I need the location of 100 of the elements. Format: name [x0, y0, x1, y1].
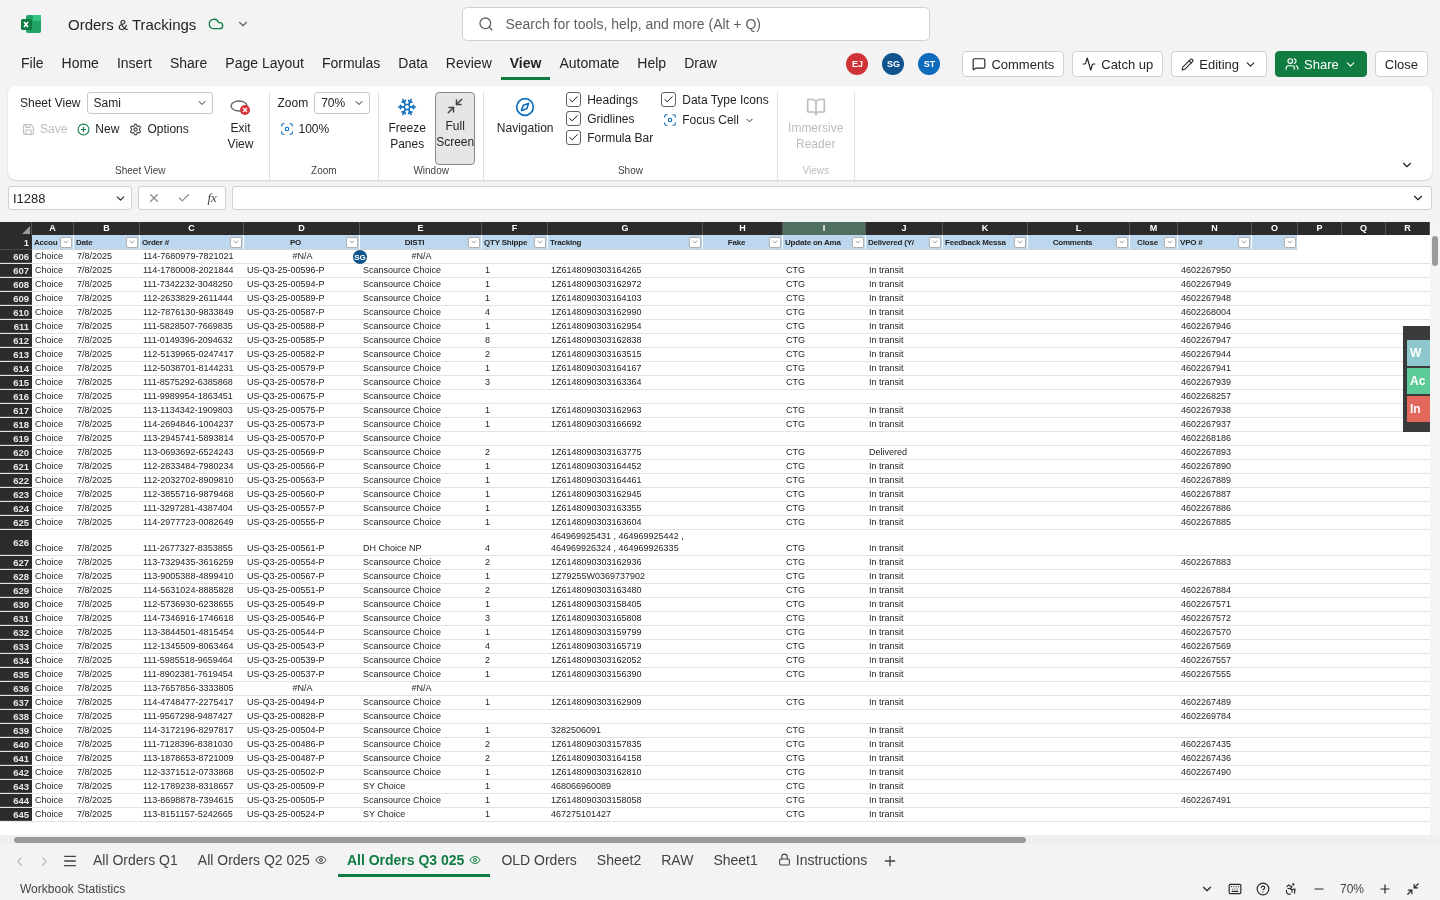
row-number[interactable]: 635	[0, 668, 32, 681]
checkbox[interactable]	[566, 111, 582, 126]
filter-button[interactable]	[346, 236, 358, 248]
exit-view-button[interactable]: Exit View	[220, 92, 261, 165]
menu-tab[interactable]: Share	[160, 48, 217, 80]
row-number[interactable]: 616	[0, 390, 32, 403]
filter-button[interactable]	[1014, 236, 1026, 248]
checkbox-label[interactable]: Data Type Icons	[682, 92, 769, 107]
row-number[interactable]: 629	[0, 584, 32, 597]
column-header[interactable]: E	[360, 222, 482, 235]
row-number[interactable]: 606	[0, 250, 32, 263]
sheet-tab[interactable]: Sheet2	[587, 845, 651, 877]
freeze-panes-button[interactable]: Freeze Panes	[387, 92, 428, 165]
row-number[interactable]: 628	[0, 570, 32, 583]
sheet-view-dropdown[interactable]: Sami	[86, 92, 213, 114]
row-number[interactable]: 626	[0, 530, 32, 555]
filter-button[interactable]	[929, 236, 941, 248]
row-number[interactable]: 618	[0, 418, 32, 431]
filter-button[interactable]	[1116, 236, 1128, 248]
select-all-corner[interactable]	[0, 222, 32, 235]
accessibility-icon[interactable]	[1283, 881, 1298, 896]
status-text[interactable]: Workbook Statistics	[20, 881, 126, 896]
filter-button[interactable]	[769, 236, 781, 248]
filter-button[interactable]	[1238, 236, 1250, 248]
check-icon[interactable]	[177, 191, 192, 205]
filter-button[interactable]	[60, 236, 72, 248]
filter-button[interactable]	[230, 236, 242, 248]
checkbox[interactable]	[566, 92, 582, 107]
column-header[interactable]: F	[482, 222, 548, 235]
row-number[interactable]: 637	[0, 696, 32, 709]
column-header[interactable]: H	[703, 222, 783, 235]
help-icon[interactable]	[1255, 881, 1270, 896]
sheet-tab[interactable]: Instructions	[768, 845, 877, 877]
filter-button[interactable]	[1164, 236, 1176, 248]
column-header[interactable]: M	[1130, 222, 1178, 235]
options-button[interactable]: Options	[127, 120, 191, 138]
filter-button[interactable]	[126, 236, 138, 248]
user-avatar[interactable]: ST	[918, 53, 941, 75]
column-header[interactable]: K	[943, 222, 1028, 235]
row-number[interactable]: 641	[0, 752, 32, 765]
sheet-tab[interactable]: Sheet1	[704, 845, 767, 877]
filter-button[interactable]	[534, 236, 546, 248]
column-header[interactable]: N	[1178, 222, 1252, 235]
column-header[interactable]: A	[32, 222, 74, 235]
column-header[interactable]: L	[1028, 222, 1130, 235]
column-header[interactable]: C	[140, 222, 244, 235]
search-field[interactable]: Search for tools, help, and more (Alt + Q)	[462, 7, 931, 41]
user-avatar[interactable]: SG	[882, 53, 905, 75]
row-number[interactable]: 619	[0, 432, 32, 445]
focus-cell-button[interactable]: Focus Cell	[661, 111, 769, 129]
row-number[interactable]: 625	[0, 516, 32, 529]
row-number[interactable]: 608	[0, 278, 32, 291]
new-button[interactable]: New	[75, 120, 122, 138]
row-number[interactable]: 639	[0, 724, 32, 737]
column-header[interactable]: D	[244, 222, 360, 235]
checkbox-label[interactable]: Headings	[587, 92, 638, 107]
row-number[interactable]: 630	[0, 598, 32, 611]
comments-button[interactable]: Comments	[962, 51, 1065, 77]
catchup-button[interactable]: Catch up	[1072, 51, 1164, 77]
row-number[interactable]: 612	[0, 334, 32, 347]
share-button[interactable]: Share	[1275, 51, 1367, 77]
editing-button[interactable]: Editing	[1171, 51, 1268, 77]
user-avatar[interactable]: EJ	[846, 53, 869, 75]
checkbox[interactable]	[566, 130, 582, 145]
menu-tab[interactable]: Data	[389, 48, 437, 80]
filter-button[interactable]	[1284, 236, 1296, 248]
row-number[interactable]: 638	[0, 710, 32, 723]
checkbox-label[interactable]: Gridlines	[587, 111, 635, 126]
row-number[interactable]: 636	[0, 682, 32, 695]
row-number[interactable]: 615	[0, 376, 32, 389]
zoom-in-icon[interactable]	[1378, 881, 1392, 896]
row-number[interactable]: 632	[0, 626, 32, 639]
row-number[interactable]: 642	[0, 766, 32, 779]
column-header[interactable]: P	[1298, 222, 1342, 235]
column-header[interactable]: Q	[1342, 222, 1386, 235]
row-number[interactable]: 607	[0, 264, 32, 277]
filter-button[interactable]	[689, 236, 701, 248]
row-number[interactable]: 620	[0, 446, 32, 459]
zoom-dropdown[interactable]: 70%	[314, 92, 371, 114]
row-number[interactable]: 624	[0, 502, 32, 515]
zoom-level[interactable]: 70%	[1339, 881, 1364, 896]
full-screen-button[interactable]: Full Screen	[435, 92, 476, 165]
menu-tab[interactable]: Home	[52, 48, 108, 80]
menu-tab[interactable]: Insert	[107, 48, 161, 80]
row-number[interactable]: 611	[0, 320, 32, 333]
filter-button[interactable]	[468, 236, 480, 248]
sheet-tab[interactable]: OLD Orders	[492, 845, 586, 877]
menu-tab[interactable]: Page Layout	[216, 48, 313, 80]
keyboard-icon[interactable]	[1227, 881, 1242, 896]
row-number[interactable]: 640	[0, 738, 32, 751]
sheet-tab[interactable]: All Orders Q2 025	[188, 845, 336, 877]
name-box[interactable]: I1288	[8, 186, 132, 210]
row-number[interactable]: 1	[0, 235, 32, 250]
zoom-reset-button[interactable]: 100%	[277, 120, 371, 138]
row-number[interactable]: 634	[0, 654, 32, 667]
row-number[interactable]: 627	[0, 556, 32, 569]
column-header[interactable]: R	[1386, 222, 1430, 235]
row-number[interactable]: 610	[0, 306, 32, 319]
filter-button[interactable]	[852, 236, 864, 248]
menu-tab[interactable]: Formulas	[312, 48, 390, 80]
